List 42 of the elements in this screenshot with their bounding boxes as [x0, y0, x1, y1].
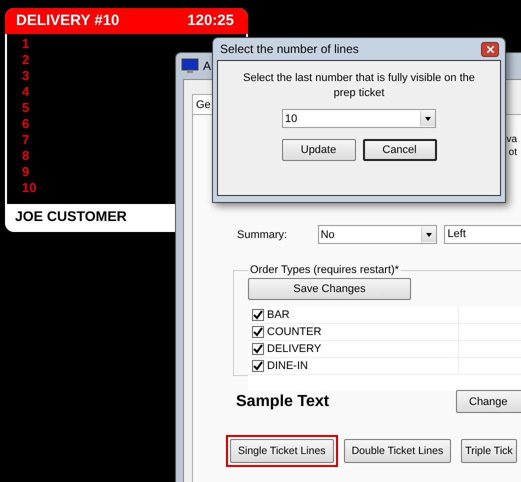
line-number: 1 [22, 36, 30, 52]
line-number: 6 [22, 116, 30, 132]
dialog-button[interactable]: Cancel [362, 139, 436, 161]
summary-label: Summary: [237, 228, 288, 240]
line-number: 10 [22, 180, 36, 196]
line-number: 4 [22, 84, 30, 100]
save-changes-button[interactable]: Save Changes [248, 278, 411, 300]
group-legend: Order Types (requires restart)* [248, 264, 401, 276]
ticket-lines-button[interactable]: Triple Tick [461, 439, 517, 463]
alignment-field[interactable]: Left [444, 225, 521, 244]
dialog-message: Select the last number that is fully visible on the prep ticket [242, 71, 476, 101]
dialog-button[interactable]: Update [282, 139, 356, 161]
checkbox[interactable] [252, 326, 264, 338]
ticket-lines-button[interactable]: Single Ticket Lines [230, 439, 334, 463]
order-type-label: COUNTER [267, 326, 322, 338]
lines-dropdown[interactable]: 10 [282, 109, 436, 128]
ticket-timer: 120:25 [187, 12, 234, 29]
customer-name: JOE CUSTOMER [14, 207, 128, 226]
checkbox[interactable] [252, 360, 264, 372]
monitor-icon [181, 58, 199, 74]
order-type-label: BAR [267, 309, 290, 321]
label-text: ot [508, 146, 517, 159]
line-number: 9 [22, 164, 30, 180]
change-button[interactable]: Change [456, 390, 521, 413]
line-number: 7 [22, 132, 30, 148]
order-type-label: DINE-IN [267, 360, 308, 372]
line-number: 5 [22, 100, 30, 116]
close-button[interactable] [481, 42, 499, 56]
window-title: A [203, 59, 212, 73]
line-number: 3 [22, 68, 30, 84]
checkbox[interactable] [252, 309, 264, 321]
sample-text: Sample Text [236, 392, 330, 410]
line-number: 8 [22, 148, 30, 164]
order-type-label: DELIVERY [267, 343, 322, 355]
close-icon [486, 46, 494, 52]
dialog-title: Select the number of lines [220, 42, 359, 56]
checkbox[interactable] [252, 343, 264, 355]
ticket-lines-button[interactable]: Double Ticket Lines [344, 439, 452, 463]
line-number: 2 [22, 52, 30, 68]
summary-dropdown[interactable]: No [318, 225, 437, 244]
ticket-title: DELIVERY #10 [16, 12, 120, 29]
label-text: va [506, 133, 517, 146]
